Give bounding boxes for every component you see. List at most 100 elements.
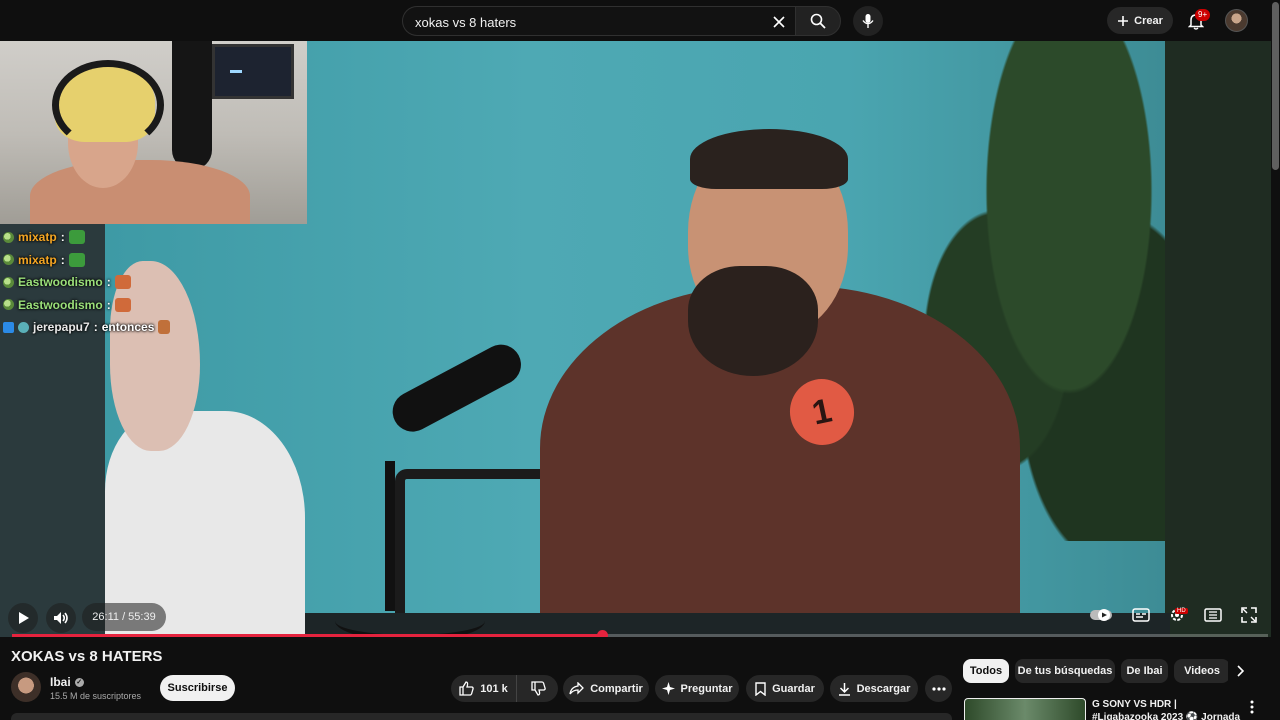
mic-stand [385,461,395,611]
close-icon [773,16,785,28]
share-icon [569,682,585,695]
masthead: Crear 9+ [0,0,1280,41]
more-actions-button[interactable] [925,675,952,702]
chat-separator: : [106,297,111,312]
fullscreen-icon [1240,606,1257,623]
search-button[interactable] [795,6,841,36]
create-label: Crear [1134,14,1163,27]
scrollbar-thumb[interactable] [1272,2,1279,170]
chair [395,469,555,619]
search-box[interactable] [402,6,795,36]
headset [52,60,164,150]
chat-emote-icon [68,230,85,245]
subtitles-icon [1131,607,1150,622]
chat-emote-icon [68,252,85,267]
channel-avatar[interactable] [11,672,41,702]
recommended-video-thumbnail[interactable] [964,698,1086,720]
chip-all[interactable]: Todos [963,659,1009,683]
chat-separator: : [60,230,65,245]
thumbs-up-icon [459,681,475,696]
streamer-body [30,160,250,224]
like-dislike-group: 101 k [451,675,558,702]
player-right-controls [1080,601,1266,633]
download-button[interactable]: Descargar [830,675,918,702]
account-avatar[interactable] [1225,9,1248,32]
related-filter-chips: Todos De tus búsquedas De Ibai Videos [963,659,1263,683]
download-label: Descargar [856,682,911,695]
chat-badge-icon [3,254,14,266]
subscriber-count: 15.5 M de suscriptores [50,691,142,701]
chat-message: mixatp : [3,226,243,249]
chat-badge-icon [3,276,14,288]
voice-search-button[interactable] [853,6,883,36]
dislike-button[interactable] [518,675,558,702]
volume-button[interactable] [46,603,76,633]
search-input[interactable] [415,13,755,31]
fullscreen-button[interactable] [1240,606,1257,628]
subscribe-button[interactable]: Suscribirse [160,675,235,701]
more-horizontal-icon [931,686,946,691]
hd-badge: HD [1175,608,1188,614]
chip-from-ibai[interactable]: De Ibai [1121,659,1168,683]
chat-message: Eastwoodismo : [3,294,243,317]
miniplayer-button[interactable] [1204,607,1223,627]
verified-icon: ✓ [74,677,84,687]
chat-message: Eastwoodismo : [3,271,243,294]
like-count: 101 k [480,682,508,695]
clear-search-button[interactable] [767,10,791,34]
play-button[interactable] [8,603,38,633]
stream-chat: mixatp : mixatp : Eastwoodismo : Eastwoo… [3,226,243,339]
background-monitor [212,44,294,99]
create-button[interactable]: Crear [1107,7,1173,34]
save-button[interactable]: Guardar [746,675,824,702]
search-icon [810,13,826,29]
chat-username: mixatp [18,252,57,267]
ask-label: Preguntar [680,682,733,695]
chat-emote-icon [114,275,131,290]
chip-videos[interactable]: Videos [1174,659,1230,683]
page-scrollbar[interactable] [1271,0,1280,720]
video-title: XOKAS vs 8 HATERS [11,648,163,665]
chat-username: Eastwoodismo [18,297,103,312]
autoplay-toggle-icon [1090,608,1113,621]
chat-username: jerepapu7 [33,320,90,335]
chat-message: jerepapu7 : entonces [3,316,243,339]
chips-next-button[interactable] [1228,659,1252,683]
save-label: Guardar [772,682,815,695]
recommended-video-title[interactable]: G SONY VS HDR | #Ligabazooka 2023 ⚽ Jorn… [1092,698,1242,720]
like-button[interactable]: 101 k [451,675,517,702]
microphone-icon [862,14,874,28]
sparkle-icon [661,682,675,695]
share-label: Compartir [590,682,643,695]
chat-separator: : [60,252,65,267]
volume-icon [54,612,68,624]
monitor-glow [230,70,242,73]
chat-emote-icon [158,320,171,335]
chat-emote-icon [114,297,131,312]
youtube-watch-page: 1 26:11 / 55:39 HD mixatp: mixatp: Eas… [0,0,1280,720]
ask-button[interactable]: Preguntar [655,675,739,702]
bookmark-icon [755,681,766,696]
recommended-video-menu[interactable] [1246,699,1258,715]
chat-username: Eastwoodismo [18,275,103,290]
person-hair [690,129,848,189]
chat-text: entonces [101,320,155,335]
progress-scrubber[interactable] [597,630,609,637]
more-vertical-icon [1250,700,1254,714]
chat-badge-icon [18,321,29,333]
notifications-badge: 9+ [1195,9,1211,21]
chat-separator: : [106,275,111,290]
time-display: 26:11 / 55:39 [82,603,166,631]
chevron-right-icon [1237,665,1244,677]
chat-badge-icon [3,299,14,311]
chat-username: mixatp [18,230,57,245]
autoplay-toggle[interactable] [1089,608,1113,627]
video-frame-right [1165,41,1280,637]
chip-from-searches[interactable]: De tus búsquedas [1015,659,1115,683]
channel-name-link[interactable]: Ibai ✓ [50,675,84,689]
video-info: XOKAS vs 8 HATERS Ibai ✓ 15.5 M de suscr… [0,637,1280,720]
subtitles-button[interactable] [1131,607,1150,627]
share-button[interactable]: Compartir [563,675,649,702]
description-box[interactable] [11,713,952,720]
chat-separator: : [93,320,98,335]
